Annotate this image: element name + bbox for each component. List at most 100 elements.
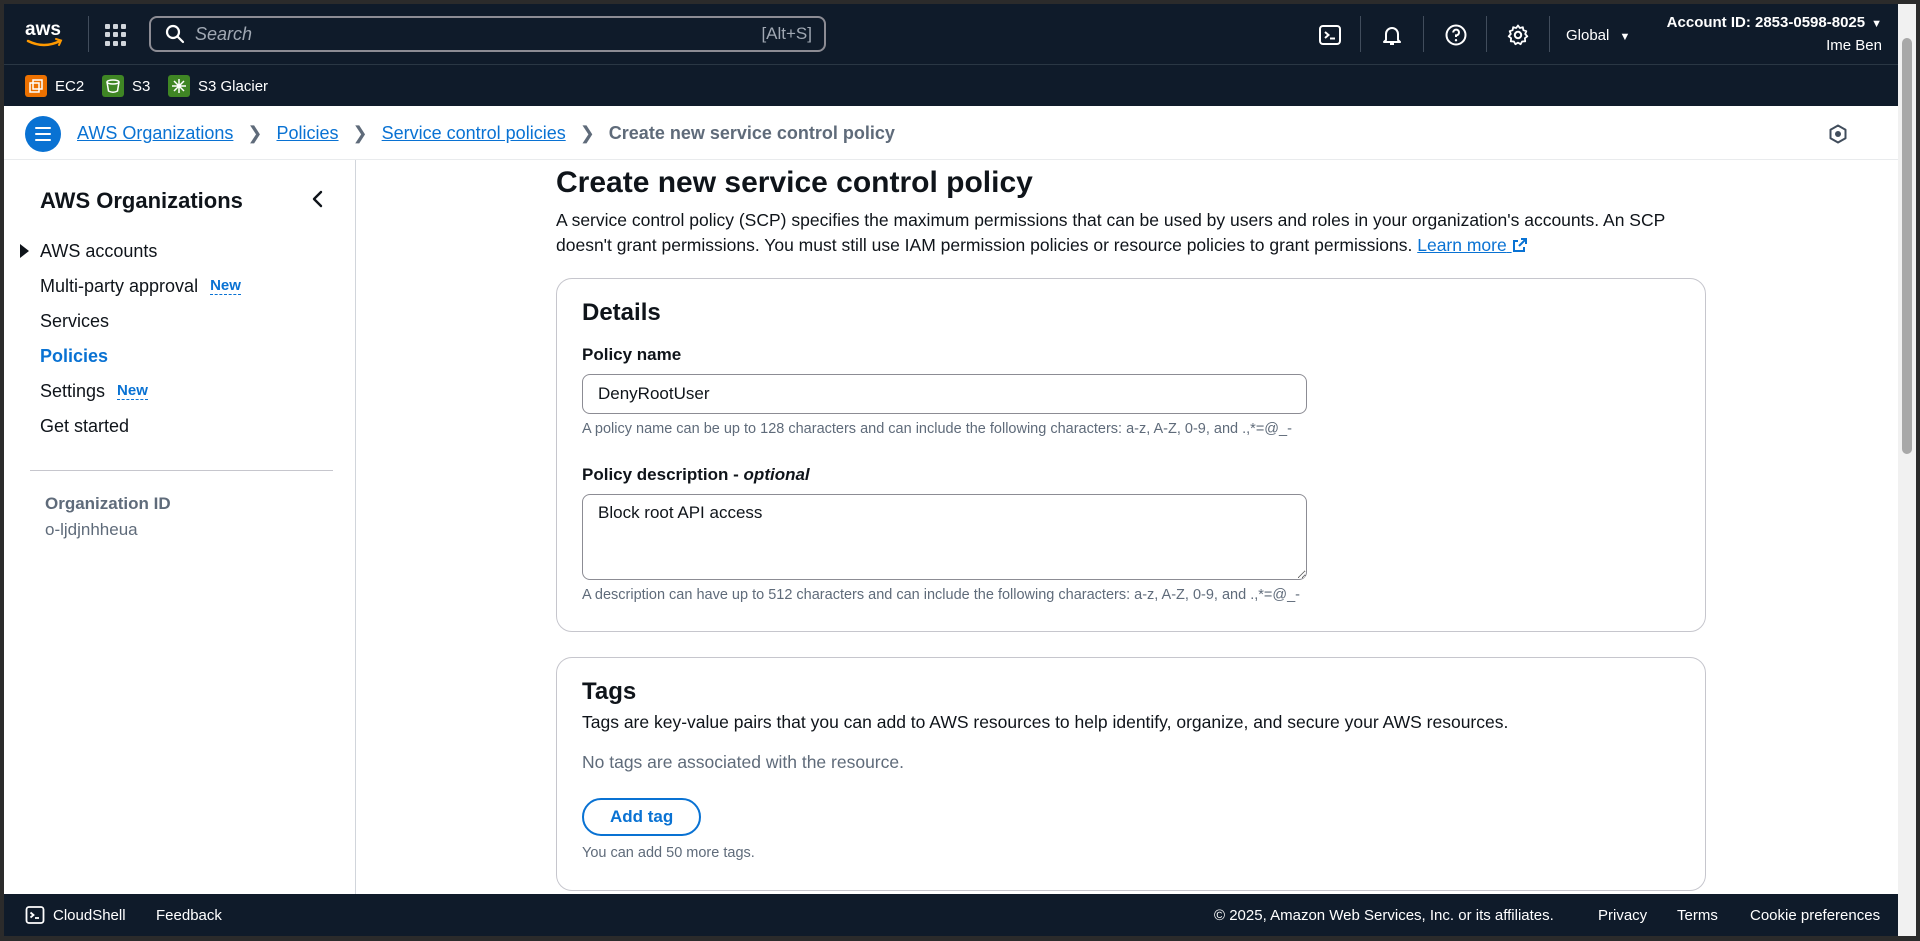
search-shortcut: [Alt+S] [761, 24, 812, 43]
add-tag-button[interactable]: Add tag [582, 798, 702, 836]
breadcrumb-aws-organizations[interactable]: AWS Organizations [77, 123, 233, 144]
caret-down-icon: ▼ [1619, 31, 1631, 43]
sidebar-item-label: Multi-party approval [40, 276, 199, 296]
main-content: Create new service control policy A serv… [356, 160, 1898, 894]
nav-divider [1549, 16, 1550, 52]
sidebar-item-multi-party-approval[interactable]: Multi-party approval New [40, 276, 241, 297]
copyright-text: © 2025, Amazon Web Services, Inc. or its… [1214, 907, 1554, 924]
region-label: Global [1566, 27, 1610, 44]
favorite-s3[interactable]: S3 [102, 75, 150, 97]
details-card: Details Policy name A policy name can be… [556, 278, 1706, 632]
breadcrumb-policies[interactable]: Policies [277, 123, 339, 144]
nav-divider [1486, 16, 1487, 52]
tags-description: Tags are key-value pairs that you can ad… [582, 712, 1509, 732]
breadcrumb: AWS Organizations ❯ Policies ❯ Service c… [77, 123, 895, 144]
sidebar-item-get-started[interactable]: Get started [40, 416, 129, 437]
top-navigation: aws [Alt+S] Global [4, 4, 1898, 64]
breadcrumb-bar: AWS Organizations ❯ Policies ❯ Service c… [4, 106, 1898, 160]
page-title: Create new service control policy [556, 166, 1033, 199]
nav-divider [1423, 16, 1424, 52]
privacy-link[interactable]: Privacy [1598, 907, 1647, 924]
sidebar-item-label: Services [40, 311, 110, 331]
favorites-bar: EC2 S3 S3 Glacier [4, 64, 1898, 106]
footer: CloudShell Feedback © 2025, Amazon Web S… [4, 894, 1898, 936]
account-id: Account ID: 2853-0598-8025 [1666, 14, 1866, 31]
policy-description-textarea[interactable]: Block root API access [582, 494, 1307, 580]
favorite-label: EC2 [55, 77, 85, 95]
chevron-right-icon: ❯ [579, 123, 595, 143]
region-selector[interactable]: Global ▼ [1566, 27, 1630, 44]
glacier-icon [168, 75, 190, 97]
search-input[interactable] [195, 23, 735, 45]
tags-empty-state: No tags are associated with the resource… [582, 752, 904, 772]
favorite-s3-glacier[interactable]: S3 Glacier [168, 75, 268, 97]
services-menu-icon[interactable] [105, 24, 127, 46]
policy-name-label: Policy name [582, 345, 682, 364]
cookie-preferences-link[interactable]: Cookie preferences [1750, 907, 1880, 924]
sidebar-item-services[interactable]: Services [40, 311, 109, 332]
tags-limit-hint: You can add 50 more tags. [582, 845, 755, 861]
help-icon[interactable] [1443, 22, 1469, 48]
tags-card: Tags Tags are key-value pairs that you c… [556, 657, 1706, 891]
policy-description-label: Policy description - optional [582, 465, 810, 485]
s3-bucket-icon [102, 75, 124, 97]
info-panel-icon[interactable] [1828, 124, 1848, 149]
sidebar-item-label: Policies [40, 346, 109, 366]
caret-down-icon: ▼ [1871, 18, 1882, 30]
search-box[interactable]: [Alt+S] [149, 16, 826, 52]
side-navigation: AWS Organizations AWS accounts Multi-par… [4, 160, 356, 894]
organization-id-label: Organization ID [45, 494, 171, 513]
sidebar-item-settings[interactable]: Settings New [40, 381, 148, 402]
breadcrumb-current: Create new service control policy [608, 123, 895, 143]
nav-divider [88, 16, 89, 52]
gear-icon[interactable] [1505, 22, 1531, 48]
chevron-right-icon: ❯ [352, 123, 368, 143]
sidebar-item-aws-accounts[interactable]: AWS accounts [40, 241, 157, 262]
label-text: Policy description - [582, 465, 744, 484]
sidebar-item-policies[interactable]: Policies [40, 346, 108, 367]
chevron-right-icon: ❯ [247, 123, 263, 143]
sidebar-item-label: AWS accounts [40, 241, 158, 261]
breadcrumb-service-control-policies[interactable]: Service control policies [382, 123, 566, 144]
tags-heading: Tags [582, 678, 637, 705]
favorite-label: S3 [132, 77, 151, 95]
sidebar-item-label: Settings [40, 381, 106, 401]
policy-description-hint: A description can have up to 512 charact… [582, 587, 1300, 603]
sidebar-divider [30, 470, 333, 471]
sidebar-title: AWS Organizations [40, 188, 243, 213]
scrollbar-thumb[interactable] [1902, 38, 1912, 454]
search-icon [165, 24, 185, 44]
terms-link[interactable]: Terms [1677, 907, 1718, 924]
favorite-label: S3 Glacier [198, 77, 269, 95]
page-scrollbar[interactable] [1898, 4, 1916, 936]
browser-viewport: aws [Alt+S] Global [4, 4, 1898, 936]
external-link-icon [1512, 238, 1527, 252]
bell-icon[interactable] [1379, 22, 1405, 48]
nav-divider [1360, 16, 1361, 52]
account-menu[interactable]: Account ID: 2853-0598-8025 ▼ Ime Ben [1667, 14, 1882, 54]
cloudshell-label: CloudShell [53, 906, 126, 924]
page-description: A service control policy (SCP) specifies… [556, 208, 1686, 258]
new-badge: New [117, 382, 148, 400]
policy-name-input[interactable] [582, 374, 1307, 414]
collapse-sidebar-icon[interactable] [310, 190, 324, 213]
hamburger-menu-icon[interactable] [25, 116, 61, 152]
aws-logo[interactable]: aws [24, 18, 66, 50]
svg-text:aws: aws [25, 19, 61, 40]
cloudshell-button[interactable]: CloudShell [25, 905, 126, 925]
organization-id-value: o-ljdjnhheua [45, 520, 138, 539]
learn-more-link[interactable]: Learn more [1417, 235, 1527, 255]
cloudshell-icon [25, 906, 45, 924]
feedback-link[interactable]: Feedback [156, 907, 222, 924]
account-user: Ime Ben [1826, 37, 1882, 54]
learn-more-label: Learn more [1417, 235, 1507, 255]
ec2-icon [25, 75, 47, 97]
cloudshell-icon[interactable] [1317, 22, 1343, 48]
policy-name-hint: A policy name can be up to 128 character… [582, 421, 1292, 437]
new-badge: New [210, 277, 241, 295]
optional-text: optional [743, 465, 810, 484]
favorite-ec2[interactable]: EC2 [25, 75, 84, 97]
sidebar-item-label: Get started [40, 416, 130, 436]
expand-caret-icon[interactable] [20, 244, 29, 258]
details-heading: Details [582, 299, 661, 326]
